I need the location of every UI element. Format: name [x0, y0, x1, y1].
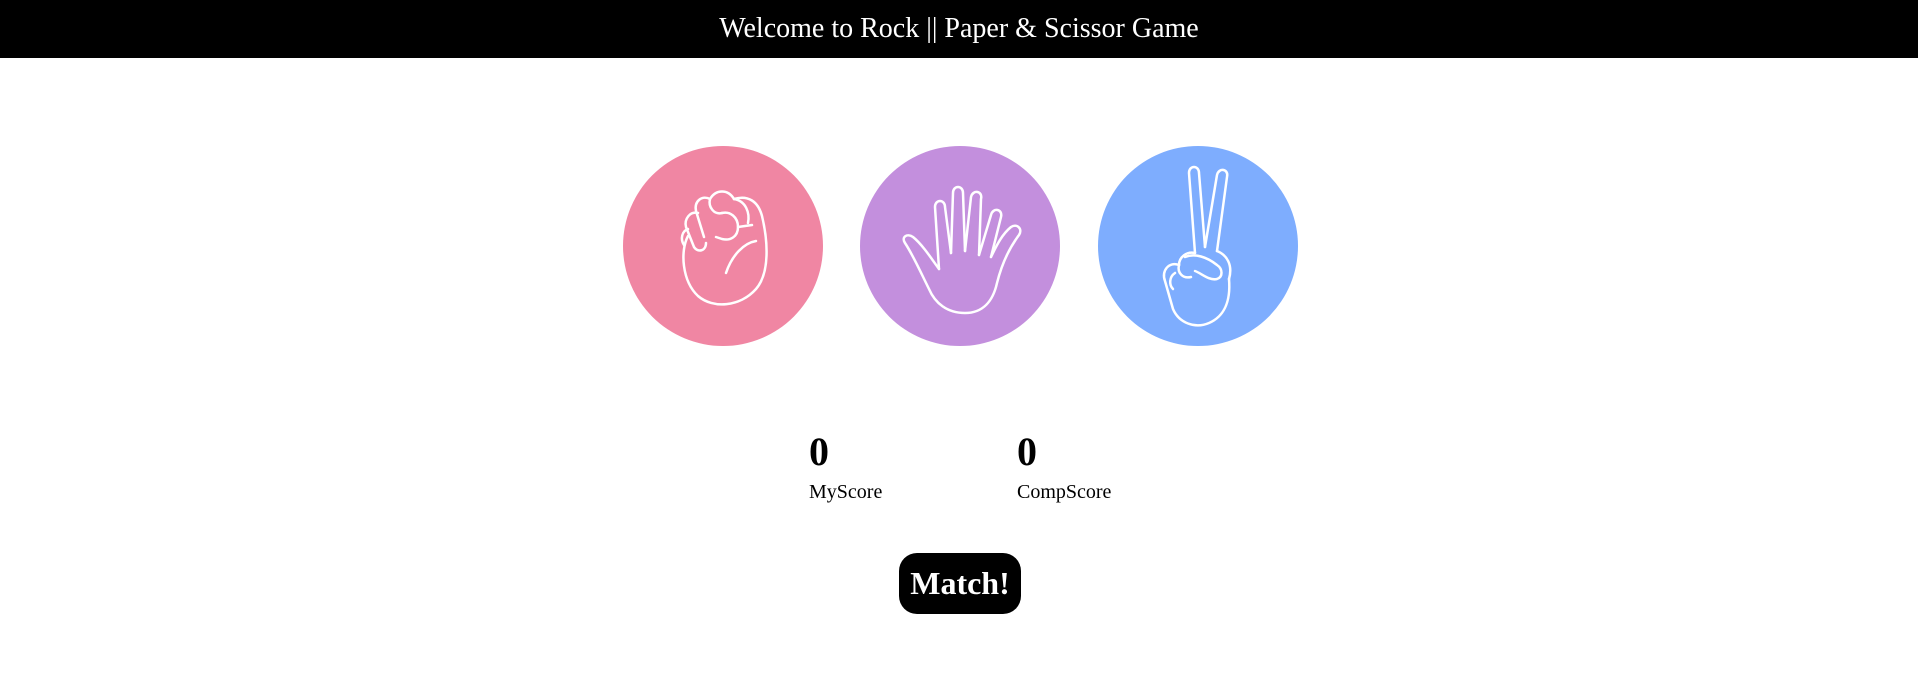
match-button[interactable]: Match!: [899, 553, 1021, 614]
scissor-choice[interactable]: [1098, 146, 1298, 346]
fist-icon: [680, 190, 768, 306]
comp-score-value: 0: [1017, 429, 1037, 474]
rock-choice[interactable]: [623, 146, 823, 346]
page-title: Welcome to Rock || Paper & Scissor Game: [719, 13, 1199, 44]
open-hand-icon: [902, 185, 1022, 315]
my-score-label: MyScore: [809, 481, 883, 503]
match-button-label: Match!: [910, 565, 1010, 601]
comp-score-block: 0 CompScore: [1017, 429, 1112, 503]
my-score-block: 0 MyScore: [809, 429, 883, 503]
peace-hand-icon: [1162, 165, 1232, 327]
page-header: Welcome to Rock || Paper & Scissor Game: [0, 0, 1918, 58]
comp-score-label: CompScore: [1017, 481, 1112, 503]
paper-choice[interactable]: [860, 146, 1060, 346]
my-score-value: 0: [809, 429, 829, 474]
